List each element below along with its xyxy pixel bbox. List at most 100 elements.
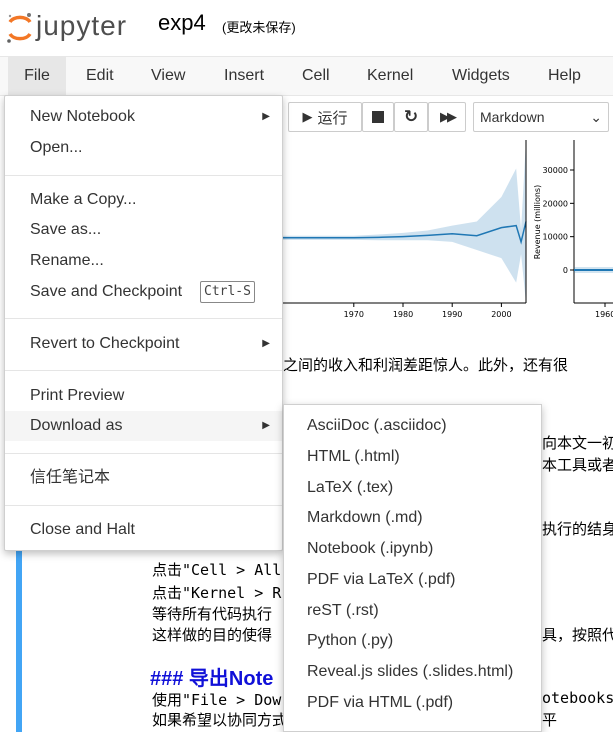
chart-left: 1970 1980 1990 2000 [280, 140, 527, 319]
y-tick-label: 30000 [543, 166, 568, 175]
jupyter-wordmark: jupyter [36, 10, 128, 41]
download-as-submenu: AsciiDoc (.asciidoc) HTML (.html) LaTeX … [283, 404, 542, 732]
menu-divider [5, 505, 282, 506]
download-python[interactable]: Python (.py) [284, 626, 541, 656]
menu-item-label: Save and Checkpoint [30, 283, 183, 300]
y-axis-label: Revenue (millions) [533, 185, 542, 259]
markdown-text-line: 本工具或者 [542, 456, 613, 474]
interrupt-button[interactable] [362, 102, 394, 132]
download-markdown[interactable]: Markdown (.md) [284, 503, 541, 533]
menu-item-label: Save as... [30, 221, 102, 238]
menu-item-label: Revert to Checkpoint [30, 335, 180, 352]
menu-item-label: New Notebook [30, 108, 135, 125]
x-tick-label: 2000 [491, 310, 511, 319]
download-html[interactable]: HTML (.html) [284, 442, 541, 472]
selected-cell-indicator [16, 538, 22, 732]
menu-item-label: AsciiDoc (.asciidoc) [307, 417, 447, 434]
markdown-text-line: 具，按照代 [542, 626, 613, 644]
x-tick-label: 1960 [595, 310, 613, 319]
save-status: (更改未保存) [222, 20, 296, 35]
menu-item-open[interactable]: Open... [5, 133, 282, 163]
download-rest[interactable]: reST (.rst) [284, 596, 541, 626]
menu-item-trust-notebook[interactable]: 信任笔记本 [5, 463, 282, 493]
restart-run-all-button[interactable]: ▶▶ [428, 102, 466, 132]
menu-item-label: Reveal.js slides (.slides.html) [307, 663, 514, 680]
download-asciidoc[interactable]: AsciiDoc (.asciidoc) [284, 411, 541, 441]
menu-item-label: PDF via HTML (.pdf) [307, 694, 454, 711]
restart-button[interactable]: ↻ [394, 102, 428, 132]
x-tick-label: 1980 [393, 310, 413, 319]
confidence-band [574, 267, 613, 273]
menu-view[interactable]: View [139, 57, 197, 96]
menu-item-label: Make a Copy... [30, 191, 137, 208]
x-tick-label: 1990 [442, 310, 462, 319]
caret-right-icon: ▶ [262, 420, 270, 431]
menu-item-close-halt[interactable]: Close and Halt [5, 515, 282, 545]
menu-edit[interactable]: Edit [74, 57, 126, 96]
download-latex[interactable]: LaTeX (.tex) [284, 473, 541, 503]
jupyter-logo[interactable]: jupyter [6, 8, 146, 48]
menu-kernel[interactable]: Kernel [355, 57, 425, 96]
caret-right-icon: ▶ [262, 111, 270, 122]
menu-item-label: Close and Halt [30, 521, 135, 538]
menu-divider [5, 175, 282, 176]
menu-help[interactable]: Help [536, 57, 593, 96]
chart-right: 0 10000 20000 30000 Revenue (millions) 1960 [533, 140, 613, 319]
confidence-band [280, 140, 526, 303]
menu-item-label: Download as [30, 417, 123, 434]
markdown-text-line: 等待所有代码执行 [152, 605, 273, 623]
menu-file[interactable]: File [8, 57, 66, 96]
markdown-text-line: 点击"Kernel > R [152, 584, 282, 602]
fast-forward-icon: ▶▶ [440, 109, 457, 124]
menu-item-label: Python (.py) [307, 632, 394, 649]
markdown-text-line: 使用"File > Dow [152, 691, 282, 709]
menu-item-revert-checkpoint[interactable]: Revert to Checkpoint ▶ [5, 329, 282, 359]
download-notebook[interactable]: Notebook (.ipynb) [284, 534, 541, 564]
menu-item-label: HTML (.html) [307, 448, 400, 465]
menu-insert[interactable]: Insert [212, 57, 276, 96]
menu-divider [5, 370, 282, 371]
menu-item-label: Notebook (.ipynb) [307, 540, 434, 557]
run-label: 运行 [317, 109, 348, 127]
menu-widgets[interactable]: Widgets [440, 57, 522, 96]
y-tick-label: 0 [563, 266, 568, 275]
markdown-text-line: otebooks. [542, 689, 613, 707]
menu-item-label: Rename... [30, 252, 104, 269]
download-pdf-latex[interactable]: PDF via LaTeX (.pdf) [284, 565, 541, 595]
menu-item-save-checkpoint[interactable]: Save and Checkpoint Ctrl-S [5, 277, 282, 307]
menu-divider [5, 453, 282, 454]
header: jupyter exp4 (更改未保存) [0, 0, 613, 56]
cell-type-value: Markdown [480, 109, 545, 125]
menu-cell[interactable]: Cell [290, 57, 342, 96]
markdown-heading: ### 导出Note [150, 668, 274, 690]
menu-item-label: Print Preview [30, 387, 125, 404]
menubar: File Edit View Insert Cell Kernel Widget… [0, 56, 613, 96]
menu-item-label: Open... [30, 139, 83, 156]
menu-item-label: reST (.rst) [307, 602, 379, 619]
menu-item-make-copy[interactable]: Make a Copy... [5, 185, 282, 215]
x-tick-label: 1970 [344, 310, 364, 319]
menu-item-save-as[interactable]: Save as... [5, 215, 282, 245]
menu-item-label: PDF via LaTeX (.pdf) [307, 571, 456, 588]
menu-item-rename[interactable]: Rename... [5, 246, 282, 276]
download-reveal-slides[interactable]: Reveal.js slides (.slides.html) [284, 657, 541, 687]
y-tick-label: 10000 [543, 233, 568, 242]
markdown-text-line: 点击"Cell > All [152, 561, 282, 579]
menu-item-new-notebook[interactable]: New Notebook ▶ [5, 102, 282, 132]
menu-item-print-preview[interactable]: Print Preview [5, 381, 282, 411]
shortcut-badge: Ctrl-S [200, 281, 255, 303]
notebook-name[interactable]: exp4 [158, 10, 206, 36]
run-button[interactable]: ▶ 运行 [288, 102, 362, 132]
download-pdf-html[interactable]: PDF via HTML (.pdf) [284, 688, 541, 718]
menu-item-label: Markdown (.md) [307, 509, 423, 526]
menu-divider [5, 318, 282, 319]
y-tick-label: 20000 [543, 199, 568, 208]
chevron-down-icon: ⌄ [590, 109, 602, 125]
markdown-text-line: 之间的收入和利润差距惊人。此外，还有很 [283, 356, 569, 374]
cell-type-select[interactable]: Markdown ⌄ [473, 102, 609, 132]
markdown-text-line: 这样做的目的使得 [152, 626, 273, 644]
menu-item-download-as[interactable]: Download as ▶ [5, 411, 282, 441]
caret-right-icon: ▶ [262, 338, 270, 349]
markdown-text-line: 向本文一初 [542, 434, 613, 452]
file-menu-dropdown: New Notebook ▶ Open... Make a Copy... Sa… [4, 95, 283, 551]
